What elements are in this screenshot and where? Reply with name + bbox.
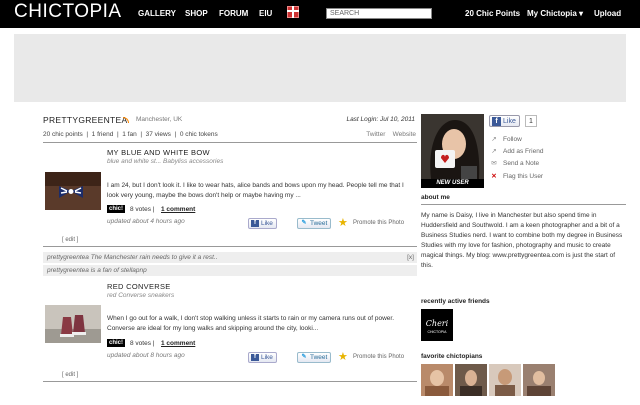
follow-link[interactable]: ↗ Follow bbox=[490, 135, 522, 143]
favorite-avatar[interactable] bbox=[489, 364, 521, 396]
follow-icon: ↗ bbox=[491, 136, 497, 143]
favorites-heading: favorite chictopians bbox=[421, 353, 483, 360]
friend-logo-subtext: CHICTOPIA bbox=[428, 330, 448, 334]
tweet-label: Tweet bbox=[310, 354, 328, 361]
facebook-like-button[interactable]: f Like bbox=[248, 352, 277, 363]
friend-avatar[interactable]: Cheri CHICTOPIA bbox=[421, 309, 453, 341]
friend-logo-text: Cheri bbox=[426, 319, 449, 328]
flag-icon: ✕ bbox=[491, 173, 497, 180]
promote-link[interactable]: Promote this Photo bbox=[353, 220, 404, 226]
post-title[interactable]: MY BLUE AND WHITE BOW bbox=[107, 148, 210, 157]
activity-status: prettygreentea The Manchester rain needs… bbox=[43, 252, 417, 263]
flag-user-link[interactable]: ✕ Flag this User bbox=[490, 172, 543, 180]
star-icon[interactable]: ★ bbox=[338, 216, 348, 229]
divider bbox=[43, 381, 417, 382]
post-description: When I go out for a walk, I don't stop w… bbox=[107, 315, 395, 332]
like-count: 1 bbox=[525, 115, 537, 127]
star-icon[interactable]: ★ bbox=[338, 350, 348, 363]
vote-count: 8 votes | bbox=[130, 340, 155, 347]
chic-points-link[interactable]: 20 Chic Points bbox=[465, 9, 520, 18]
promote-link[interactable]: Promote this Photo bbox=[353, 354, 404, 360]
twitter-link[interactable]: Twitter bbox=[366, 131, 385, 138]
post-subtitle[interactable]: red Converse sneakers bbox=[107, 292, 174, 299]
post-description: I am 24, but I don't look it. I like to … bbox=[107, 182, 404, 199]
website-link[interactable]: Website bbox=[393, 131, 416, 138]
comment-link[interactable]: 1 comment bbox=[161, 206, 195, 213]
like-label: Like bbox=[261, 354, 273, 361]
edit-link[interactable]: [ edit ] bbox=[62, 372, 78, 378]
profile-stats: 20 chic points | 1 friend | 1 fan | 37 v… bbox=[43, 131, 218, 138]
profile-username: PRETTYGREENTEA bbox=[43, 115, 128, 125]
activity-text: prettygreentea The Manchester rain needs… bbox=[47, 254, 218, 261]
my-chictopia-menu[interactable]: My Chictopia ▾ bbox=[527, 9, 583, 18]
divider bbox=[43, 142, 417, 143]
friends-heading: recently active friends bbox=[421, 298, 490, 305]
edit-link[interactable]: [ edit ] bbox=[62, 237, 78, 243]
twitter-icon: ✎ bbox=[301, 220, 307, 226]
post-updated: updated about 4 hours ago bbox=[107, 218, 185, 225]
top-nav-bar: CHICTOPIA GALLERY SHOP FORUM EIU SEARCH … bbox=[0, 0, 640, 28]
add-friend-icon: ↗ bbox=[491, 148, 497, 155]
nav-eiu[interactable]: EIU bbox=[259, 9, 272, 18]
like-label: Like bbox=[503, 118, 516, 125]
chictopia-logo[interactable]: CHICTOPIA bbox=[14, 1, 122, 23]
favorite-avatar[interactable] bbox=[421, 364, 453, 396]
divider bbox=[43, 246, 417, 247]
favorite-avatar[interactable] bbox=[523, 364, 555, 396]
chic-vote-button[interactable]: chic! bbox=[107, 205, 126, 213]
comment-link[interactable]: 1 comment bbox=[161, 340, 195, 347]
follow-label: Follow bbox=[503, 136, 522, 143]
gift-icon[interactable] bbox=[287, 6, 299, 18]
nav-gallery[interactable]: GALLERY bbox=[138, 9, 176, 18]
profile-avatar[interactable] bbox=[421, 114, 484, 179]
divider bbox=[421, 204, 626, 205]
about-text: My name is Daisy, I live in Manchester b… bbox=[421, 212, 623, 269]
nav-forum[interactable]: FORUM bbox=[219, 9, 248, 18]
facebook-icon: f bbox=[492, 117, 501, 126]
twitter-icon: ✎ bbox=[301, 354, 307, 360]
new-user-badge: NEW USER bbox=[421, 179, 484, 188]
tweet-label: Tweet bbox=[310, 220, 328, 227]
flag-label: Flag this User bbox=[503, 173, 544, 180]
close-icon[interactable]: [x] bbox=[407, 254, 414, 261]
ad-banner[interactable] bbox=[14, 34, 626, 102]
tweet-button[interactable]: ✎ Tweet bbox=[297, 218, 332, 229]
tweet-button[interactable]: ✎ Tweet bbox=[297, 352, 332, 363]
facebook-like-button[interactable]: f Like bbox=[489, 115, 520, 127]
rss-icon[interactable] bbox=[123, 117, 129, 123]
facebook-like-button[interactable]: f Like bbox=[248, 218, 277, 229]
nav-shop[interactable]: SHOP bbox=[185, 9, 208, 18]
activity-fan: prettygreentea is a fan of stellapnp bbox=[43, 265, 417, 276]
social-links: Twitter Website bbox=[366, 131, 416, 138]
last-login: Last Login: Jul 10, 2011 bbox=[346, 116, 415, 123]
profile-location: Manchester, UK bbox=[136, 116, 183, 123]
chic-vote-button[interactable]: chic! bbox=[107, 339, 126, 347]
upload-link[interactable]: Upload bbox=[594, 9, 621, 18]
send-note-link[interactable]: ✉ Send a Note bbox=[490, 159, 539, 167]
vote-count: 8 votes | bbox=[130, 206, 155, 213]
like-label: Like bbox=[261, 220, 273, 227]
mail-icon: ✉ bbox=[491, 160, 497, 167]
post-thumbnail[interactable] bbox=[45, 305, 101, 343]
activity-text: prettygreentea is a fan of stellapnp bbox=[47, 267, 147, 274]
add-friend-label: Add as Friend bbox=[503, 148, 544, 155]
post-updated: updated about 8 hours ago bbox=[107, 352, 185, 359]
facebook-icon: f bbox=[251, 220, 259, 227]
about-heading: about me bbox=[421, 194, 450, 201]
post-subtitle[interactable]: blue and white st... Babyliss accessorie… bbox=[107, 158, 223, 165]
post-title[interactable]: RED CONVERSE bbox=[107, 282, 171, 291]
send-note-label: Send a Note bbox=[503, 160, 540, 167]
facebook-icon: f bbox=[251, 354, 259, 361]
search-input[interactable]: SEARCH bbox=[326, 8, 432, 19]
post-thumbnail[interactable] bbox=[45, 172, 101, 210]
favorite-avatar[interactable] bbox=[455, 364, 487, 396]
add-friend-link[interactable]: ↗ Add as Friend bbox=[490, 147, 543, 155]
